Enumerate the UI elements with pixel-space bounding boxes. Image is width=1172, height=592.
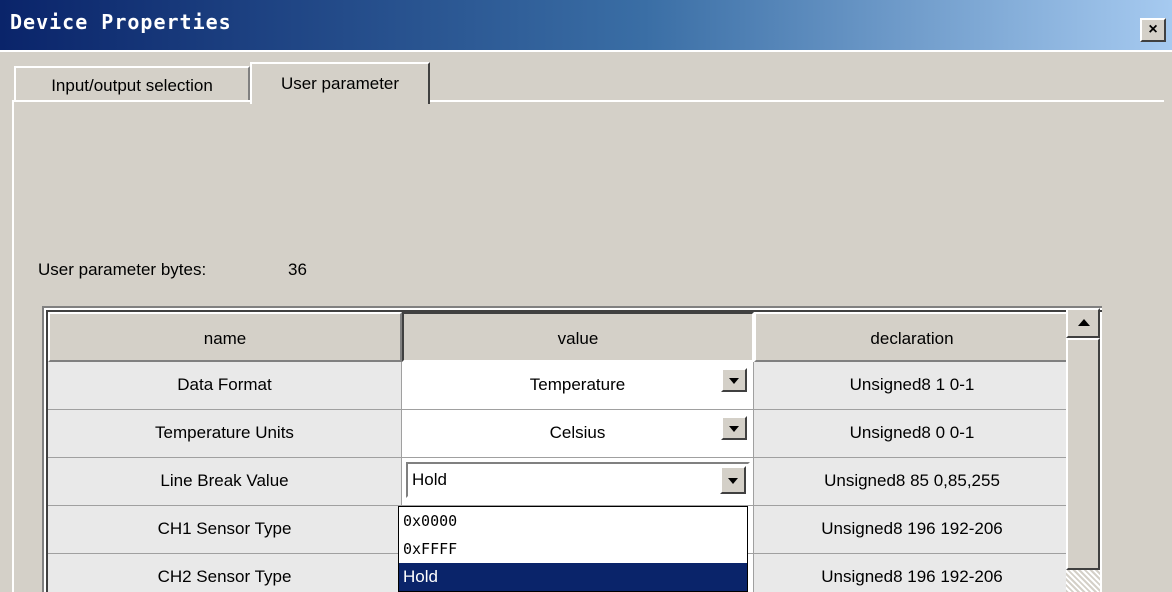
- dropdown-option-selected[interactable]: Hold: [399, 563, 747, 591]
- param-value-text: Temperature: [529, 375, 626, 394]
- close-icon: ×: [1148, 21, 1158, 38]
- scroll-up-button[interactable]: [1066, 308, 1100, 338]
- param-name-cell: Data Format: [48, 362, 402, 410]
- user-parameter-bytes-value: 36: [288, 260, 307, 279]
- param-name-cell: Temperature Units: [48, 410, 402, 458]
- param-declaration-cell: Unsigned8 1 0-1: [754, 362, 1070, 410]
- line-break-dropdown-list: 0x0000 0xFFFF Hold: [398, 506, 748, 592]
- param-declaration-cell: Unsigned8 196 192-206: [754, 554, 1070, 592]
- param-value-text: Hold: [412, 470, 447, 489]
- scroll-track[interactable]: [1066, 570, 1100, 592]
- window-title: Device Properties: [10, 10, 232, 34]
- param-value-text: Celsius: [549, 423, 606, 442]
- combo-dropdown-button[interactable]: [720, 466, 746, 494]
- dropdown-option[interactable]: 0xFFFF: [399, 535, 747, 563]
- param-value-combo[interactable]: Celsius: [402, 410, 754, 458]
- dropdown-option[interactable]: 0x0000: [399, 507, 747, 535]
- vertical-scrollbar[interactable]: [1066, 308, 1100, 592]
- table-row: Temperature Units Celsius Unsigned8 0 0-…: [48, 410, 1070, 458]
- chevron-down-icon: [729, 378, 739, 384]
- param-declaration-cell: Unsigned8 0 0-1: [754, 410, 1070, 458]
- column-header-name[interactable]: name: [48, 312, 402, 362]
- user-parameter-bytes-label: User parameter bytes:: [38, 260, 207, 279]
- param-name-cell: Line Break Value: [48, 458, 402, 506]
- tab-user-parameter[interactable]: User parameter: [250, 62, 430, 104]
- table-row: Data Format Temperature Unsigned8 1 0-1: [48, 362, 1070, 410]
- combo-dropdown-button[interactable]: [721, 416, 747, 440]
- close-button[interactable]: ×: [1140, 18, 1166, 42]
- param-value-combo[interactable]: Temperature: [402, 362, 754, 410]
- combo-dropdown-button[interactable]: [721, 368, 747, 392]
- tab-input-output-selection[interactable]: Input/output selection: [14, 66, 250, 102]
- param-declaration-cell: Unsigned8 85 0,85,255: [754, 458, 1070, 506]
- param-name-cell: CH2 Sensor Type: [48, 554, 402, 592]
- device-properties-window: Device Properties × Input/output selecti…: [0, 0, 1172, 592]
- column-header-declaration[interactable]: declaration: [754, 312, 1070, 362]
- param-name-cell: CH1 Sensor Type: [48, 506, 402, 554]
- scroll-thumb[interactable]: [1066, 338, 1100, 570]
- chevron-down-icon: [728, 478, 738, 484]
- table-row: Line Break Value Hold Unsigned8 85 0,85,…: [48, 458, 1070, 506]
- line-break-value-combo[interactable]: Hold: [406, 462, 750, 498]
- chevron-down-icon: [729, 426, 739, 432]
- param-declaration-cell: Unsigned8 196 192-206: [754, 506, 1070, 554]
- arrow-up-icon: [1078, 319, 1090, 326]
- column-header-value[interactable]: value: [402, 312, 754, 362]
- title-bar[interactable]: Device Properties ×: [0, 0, 1172, 52]
